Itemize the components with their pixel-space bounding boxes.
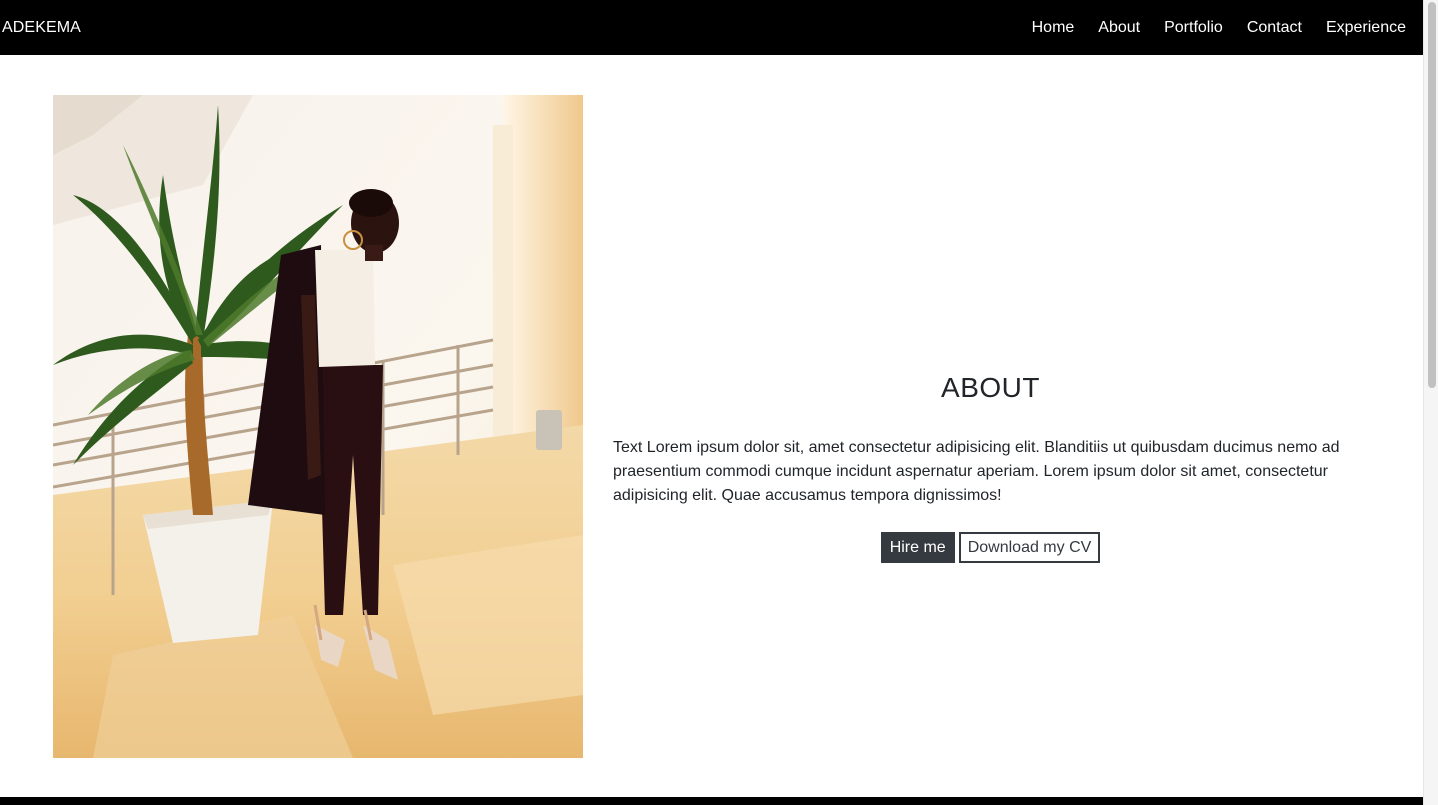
footer-bar [0,797,1423,805]
nav-link-experience[interactable]: Experience [1326,19,1406,37]
about-paragraph: Text Lorem ipsum dolor sit, amet consect… [613,439,1340,504]
about-section: ABOUT Text Lorem ipsum dolor sit, amet c… [613,370,1368,563]
nav-link-home[interactable]: Home [1032,19,1075,37]
scrollbar-thumb[interactable] [1428,2,1436,388]
nav-link-about[interactable]: About [1098,19,1140,37]
nav-link-contact[interactable]: Contact [1247,19,1302,37]
page-scrollbar[interactable] [1423,0,1438,805]
nav-links: Home About Portfolio Contact Experience [1008,19,1423,37]
hire-me-button[interactable]: Hire me [880,532,955,563]
navbar: ADEKEMA Home About Portfolio Contact Exp… [0,0,1423,55]
profile-photo [53,95,583,758]
nav-link-portfolio[interactable]: Portfolio [1164,19,1223,37]
download-cv-button[interactable]: Download my CV [958,532,1101,563]
brand-logo[interactable]: ADEKEMA [0,19,81,37]
about-heading: ABOUT [941,372,1040,403]
about-buttons: Hire me Download my CV [613,532,1368,563]
